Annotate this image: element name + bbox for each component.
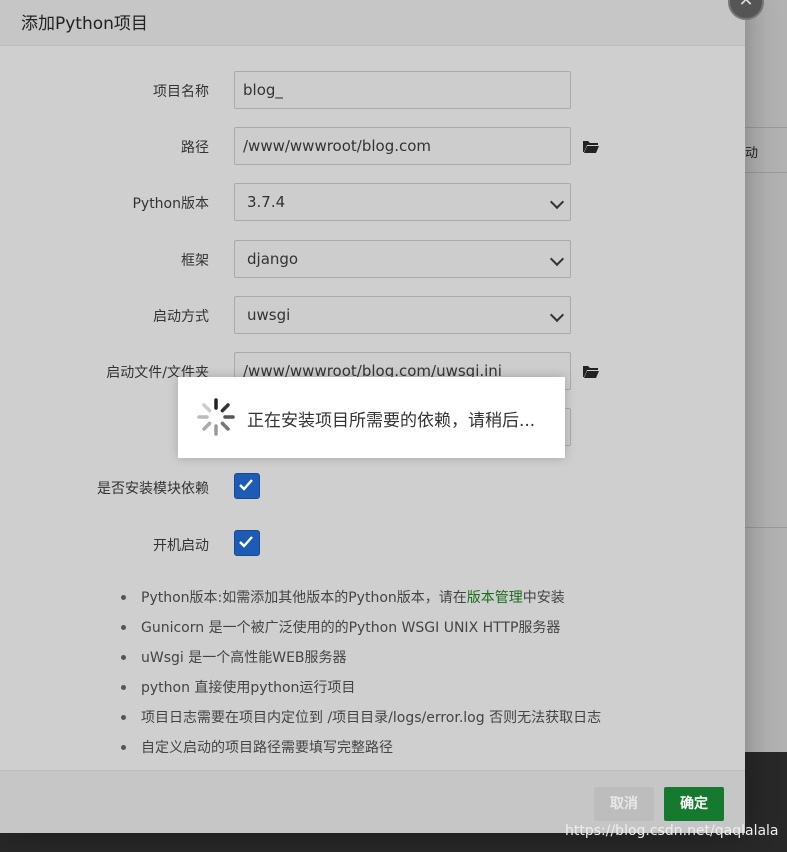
form-row-path: 路径 /www/wwwroot/blog.com	[0, 127, 745, 165]
chevron-down-icon	[549, 251, 565, 267]
framework-select[interactable]: django	[234, 240, 571, 278]
framework-label: 框架	[181, 253, 209, 269]
install-deps-label: 是否安装模块依赖	[97, 481, 209, 497]
path-label: 路径	[181, 140, 209, 156]
form-row-startup-method: 启动方式 uwsgi	[0, 296, 745, 334]
python-version-value: 3.7.4	[247, 193, 286, 211]
auto-start-label: 开机启动	[153, 538, 209, 554]
install-deps-checkbox[interactable]	[234, 473, 260, 499]
python-version-select[interactable]: 3.7.4	[234, 183, 571, 221]
framework-value: django	[247, 250, 299, 268]
folder-icon[interactable]	[582, 139, 600, 153]
form-row-framework: 框架 django	[0, 240, 745, 278]
folder-icon[interactable]	[582, 364, 600, 378]
note-text: Python版本:如需添加其他版本的Python版本，请在	[141, 590, 467, 606]
note-log: 项目日志需要在项目内定位到 /项目目录/logs/error.log 否则无法获…	[120, 707, 601, 727]
checkmark-icon	[239, 536, 253, 548]
auto-start-checkbox[interactable]	[234, 530, 260, 556]
note-python-version: Python版本:如需添加其他版本的Python版本，请在版本管理中安装	[121, 587, 565, 607]
version-management-link[interactable]: 版本管理	[467, 590, 523, 606]
checkmark-icon	[239, 479, 253, 491]
chevron-down-icon	[549, 307, 565, 323]
chevron-down-icon	[549, 194, 565, 210]
dialog-header: 添加Python项目	[0, 0, 745, 46]
project-name-label: 项目名称	[153, 84, 209, 100]
form-row-project-name: 项目名称 blog_	[0, 71, 745, 109]
watermark: https://blog.csdn.net/qaqlalala	[565, 823, 779, 839]
python-version-label: Python版本	[132, 196, 209, 212]
startup-method-value: uwsgi	[247, 306, 291, 324]
startup-method-label: 启动方式	[153, 309, 209, 325]
path-input[interactable]: /www/wwwroot/blog.com	[234, 127, 571, 165]
cancel-button[interactable]: 取消	[594, 787, 654, 821]
note-text: 中安装	[522, 590, 565, 606]
loading-toast: 正在安装项目所需要的依赖，请稍后...	[178, 377, 565, 458]
form-row-python-version: Python版本 3.7.4	[0, 183, 745, 221]
note-python: python 直接使用python运行项目	[120, 677, 355, 697]
note-gunicorn: Gunicorn 是一个被广泛使用的的Python WSGI UNIX HTTP…	[120, 617, 560, 637]
form-row-install-deps: 是否安装模块依赖	[0, 468, 745, 506]
spinner-icon	[197, 398, 235, 436]
form-row-auto-start: 开机启动	[0, 525, 745, 563]
note-uwsgi: uWsgi 是一个高性能WEB服务器	[121, 647, 347, 667]
dialog-title: 添加Python项目	[21, 14, 148, 34]
confirm-button[interactable]: 确定	[664, 787, 724, 821]
note-custom-path: 自定义启动的项目路径需要填写完整路径	[121, 737, 393, 757]
startup-method-select[interactable]: uwsgi	[234, 296, 571, 334]
project-name-input[interactable]: blog_	[234, 71, 571, 109]
loading-message: 正在安装项目所需要的依赖，请稍后...	[247, 411, 536, 431]
